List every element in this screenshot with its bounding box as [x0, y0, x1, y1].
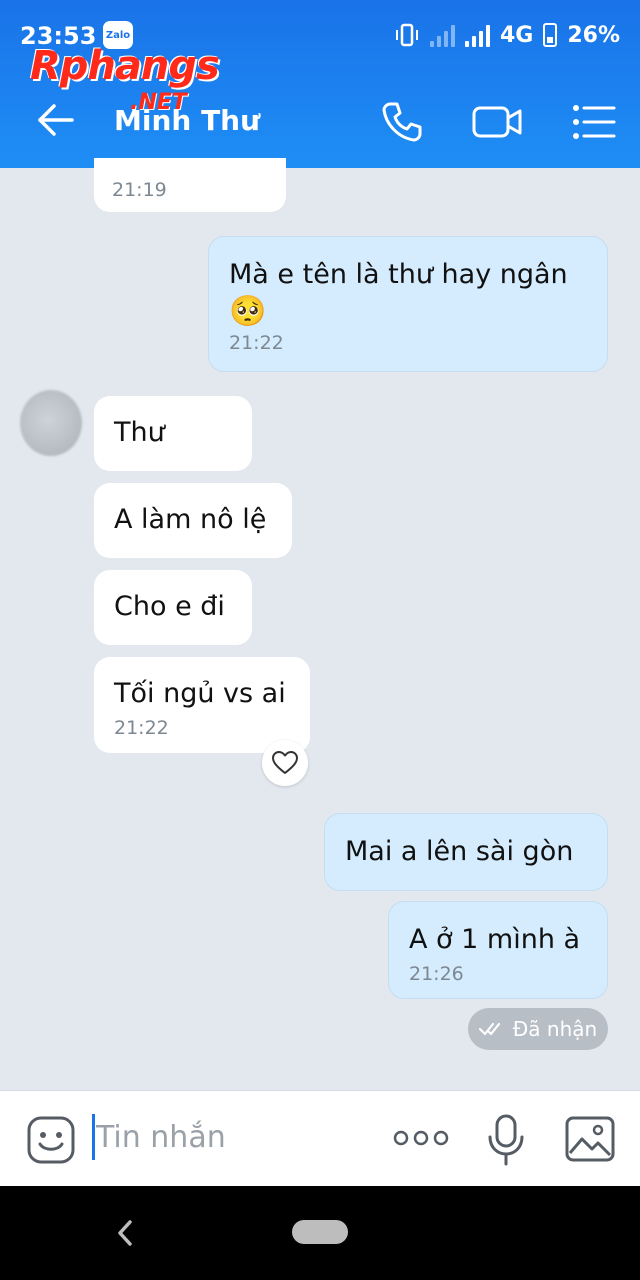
delivery-status-text: Đã nhận: [512, 1017, 598, 1041]
message-bubble[interactable]: Cho e đi: [94, 570, 252, 645]
phone-icon[interactable]: [378, 98, 426, 146]
message-time: 21:26: [409, 963, 464, 985]
vibrate-icon: [395, 23, 418, 47]
react-heart-button[interactable]: [262, 740, 308, 786]
message-bubble[interactable]: Mai a lên sài gòn: [324, 813, 608, 891]
system-nav-bar: [0, 1186, 640, 1280]
back-arrow-icon[interactable]: [34, 98, 78, 142]
battery-icon: [543, 23, 558, 47]
text-cursor: [92, 1114, 95, 1160]
image-icon[interactable]: [564, 1115, 616, 1163]
microphone-icon[interactable]: [486, 1113, 526, 1167]
nav-home-button[interactable]: [292, 1220, 348, 1244]
menu-list-icon[interactable]: [570, 98, 618, 146]
nav-back-icon[interactable]: [112, 1216, 136, 1250]
message-text: Cho e đi: [114, 591, 225, 622]
emoji-icon[interactable]: [26, 1115, 76, 1165]
message-text: Tối ngủ vs ai: [114, 678, 286, 709]
battery-level: 26%: [567, 22, 620, 48]
message-bubble[interactable]: A ở 1 mình à 21:26: [388, 901, 608, 999]
signal-2-icon: [464, 23, 490, 47]
more-dots-icon[interactable]: [392, 1129, 450, 1147]
message-input[interactable]: [96, 1112, 376, 1162]
message-bubble[interactable]: 21:19: [94, 158, 286, 212]
watermark-suffix: .NET: [130, 90, 187, 115]
top-bar: 23:53 Zalo 4G 26% Minh Thư Rphangs .NET: [0, 0, 640, 168]
message-bubble[interactable]: A làm nô lệ: [94, 483, 292, 558]
status-indicators: 4G 26%: [394, 22, 620, 48]
message-bubble[interactable]: Mà e tên là thư hay ngân 🥺 21:22: [208, 236, 608, 372]
message-bubble[interactable]: Thư: [94, 396, 252, 471]
message-text: Mai a lên sài gòn: [345, 836, 574, 867]
heart-icon: [272, 751, 298, 774]
message-time: 21:19: [112, 179, 167, 201]
emoji-icon: 🥺: [229, 294, 267, 329]
message-text: Mà e tên là thư hay ngân: [229, 259, 568, 290]
message-text: A ở 1 mình à: [409, 924, 581, 955]
message-time: 21:22: [114, 717, 169, 739]
watermark-logo: Rphangs: [30, 43, 220, 89]
message-bubble[interactable]: Tối ngủ vs ai 21:22: [94, 657, 310, 753]
avatar[interactable]: [20, 390, 82, 456]
delivery-status-badge: Đã nhận: [468, 1008, 608, 1050]
signal-1-icon: [429, 23, 455, 47]
network-type: 4G: [499, 22, 534, 48]
video-call-icon[interactable]: [470, 98, 524, 146]
double-check-icon: [478, 1022, 500, 1036]
message-text: Thư: [114, 417, 165, 448]
message-time: 21:22: [229, 332, 284, 354]
message-text: A làm nô lệ: [114, 504, 267, 535]
